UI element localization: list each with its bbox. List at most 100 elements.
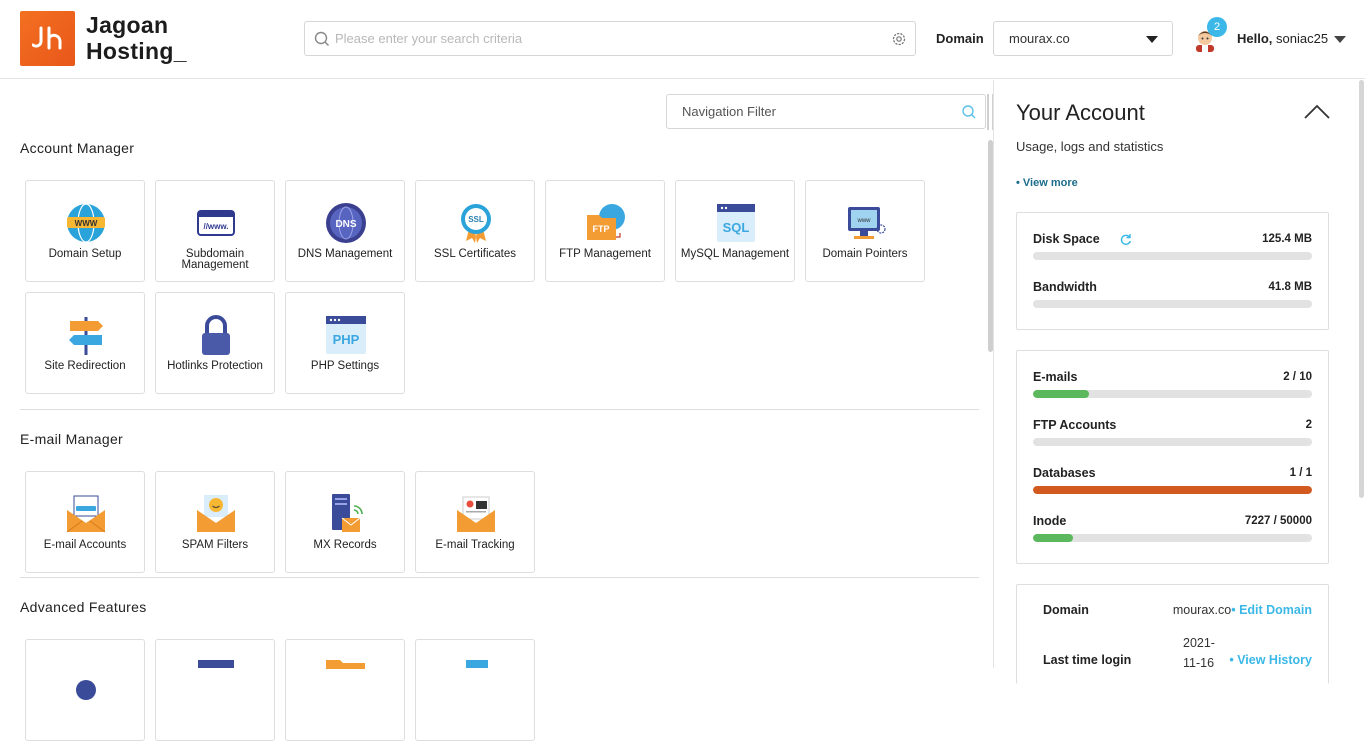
svg-text:FTP: FTP <box>593 224 610 234</box>
logo-icon <box>31 26 61 49</box>
navigation-filter-input[interactable] <box>667 104 953 119</box>
stat-bar-fill <box>1033 390 1089 398</box>
user-menu-chevron-icon[interactable] <box>1334 36 1346 43</box>
svg-text://www.: //www. <box>203 222 228 231</box>
tile-advanced-2[interactable] <box>155 639 275 741</box>
tile-advanced-3[interactable] <box>285 639 405 741</box>
svg-text:PHP: PHP <box>333 332 360 347</box>
svg-text:SQL: SQL <box>723 220 750 235</box>
tile-label: Domain Pointers <box>822 248 908 260</box>
tile-php-settings[interactable]: PHP PHP Settings <box>285 292 405 394</box>
logo-text[interactable]: Jagoan Hosting_ <box>86 12 187 64</box>
view-history-link[interactable]: • View History <box>1229 653 1312 667</box>
stat-bar <box>1033 300 1312 308</box>
envelope-icon <box>66 495 106 533</box>
subdomain-icon: //www. <box>197 210 235 236</box>
sql-icon: SQL <box>717 204 755 242</box>
page-scrollbar[interactable] <box>1359 80 1364 498</box>
tile-label: FTP Management <box>559 248 651 260</box>
stat-value: 125.4 MB <box>1262 233 1312 245</box>
panel-divider <box>993 80 994 668</box>
edit-domain-link[interactable]: • Edit Domain <box>1231 603 1312 617</box>
last-login-value-line-1: 2021- <box>1183 636 1215 650</box>
section-title-account-manager: Account Manager <box>20 140 135 156</box>
stat-bar <box>1033 438 1312 446</box>
domain-select[interactable]: mourax.co <box>993 21 1173 56</box>
tile-label: E-mail Tracking <box>435 539 515 551</box>
domain-info-label: Domain <box>1043 603 1089 617</box>
tile-label: MX Records <box>313 539 377 551</box>
last-login-value-line-2: 11-16 <box>1183 656 1215 670</box>
dns-icon: DNS <box>326 203 366 243</box>
tile-subdomain-management[interactable]: //www. Subdomain Management <box>155 180 275 282</box>
stat-bar <box>1033 252 1312 260</box>
stat-name: FTP Accounts <box>1033 418 1117 432</box>
tile-mx-records[interactable]: MX Records <box>285 471 405 573</box>
monitor-www-icon: www <box>848 207 886 239</box>
tile-ftp-management[interactable]: FTP FTP Management <box>545 180 665 282</box>
view-more-link[interactable]: • View more <box>1016 177 1078 189</box>
navigation-filter <box>666 94 986 129</box>
section-divider <box>20 409 979 410</box>
your-account-title: Your Account <box>1016 100 1145 125</box>
last-login-row: Last time login 2021- 11-16 • View Histo… <box>1043 633 1312 673</box>
section-title-email-manager: E-mail Manager <box>20 431 124 447</box>
tile-hotlinks-protection[interactable]: Hotlinks Protection <box>155 292 275 394</box>
tile-advanced-1[interactable] <box>25 639 145 741</box>
stat-name: Disk Space <box>1033 232 1100 246</box>
padlock-icon <box>202 315 230 355</box>
logo-mark[interactable] <box>20 11 75 66</box>
domain-info-card: Domain mourax.co• Edit Domain Last time … <box>1016 584 1329 684</box>
tile-mysql-management[interactable]: SQL MySQL Management <box>675 180 795 282</box>
tile-advanced-4[interactable] <box>415 639 535 741</box>
advanced-feature-icon <box>76 680 96 700</box>
php-icon: PHP <box>326 316 366 354</box>
tile-domain-setup[interactable]: WWW Domain Setup <box>25 180 145 282</box>
svg-text:SSL: SSL <box>468 215 484 224</box>
stat-name: Bandwidth <box>1033 280 1097 294</box>
tile-ssl-certificates[interactable]: SSL SSL Certificates <box>415 180 535 282</box>
chevron-down-icon <box>1146 36 1158 43</box>
domain-select-value: mourax.co <box>1009 31 1070 46</box>
advanced-feature-icon <box>198 660 234 668</box>
stat-name: Databases <box>1033 466 1096 480</box>
stat-name: E-mails <box>1033 370 1078 384</box>
stat-value: 7227 / 50000 <box>1244 515 1312 527</box>
user-greeting[interactable]: Hello, soniac25 <box>1237 31 1328 46</box>
tile-email-tracking[interactable]: E-mail Tracking <box>415 471 535 573</box>
logo-line-1: Jagoan <box>86 12 169 38</box>
notification-badge[interactable]: 2 <box>1207 17 1227 37</box>
stat-value: 2 / 10 <box>1283 371 1312 383</box>
tile-email-accounts[interactable]: E-mail Accounts <box>25 471 145 573</box>
tile-label: Site Redirection <box>44 360 126 372</box>
tile-label: SPAM Filters <box>181 539 249 551</box>
section-title-advanced-features: Advanced Features <box>20 599 147 615</box>
logo-line-2: Hosting_ <box>86 38 187 64</box>
globe-www-icon: WWW <box>67 203 105 243</box>
stat-value: 41.8 MB <box>1268 281 1312 293</box>
domain-info-value-wrap: mourax.co• Edit Domain <box>1173 603 1312 617</box>
tile-label: MySQL Management <box>680 248 790 260</box>
signpost-icon <box>69 317 103 355</box>
gear-icon[interactable] <box>885 24 915 54</box>
tile-spam-filters[interactable]: SPAM Filters <box>155 471 275 573</box>
section-divider <box>20 577 979 578</box>
svg-text:www: www <box>857 218 872 224</box>
panel-splitter-handle[interactable] <box>987 94 997 130</box>
tile-site-redirection[interactable]: Site Redirection <box>25 292 145 394</box>
stat-name: Inode <box>1033 514 1067 528</box>
ssl-badge-icon: SSL <box>461 204 491 243</box>
stat-bar <box>1033 390 1312 398</box>
tile-label: E-mail Accounts <box>43 539 127 551</box>
refresh-icon[interactable] <box>1119 233 1132 246</box>
tile-dns-management[interactable]: DNS DNS Management <box>285 180 405 282</box>
chevron-up-icon[interactable] <box>1304 104 1330 120</box>
domain-info-value: mourax.co <box>1172 603 1232 617</box>
tile-label: Hotlinks Protection <box>167 360 263 372</box>
tile-domain-pointers[interactable]: www Domain Pointers <box>805 180 925 282</box>
domain-label: Domain <box>936 31 984 46</box>
username: soniac25 <box>1276 31 1329 46</box>
search-input[interactable] <box>335 23 885 54</box>
mx-server-icon <box>332 494 363 532</box>
stat-bar <box>1033 486 1312 494</box>
